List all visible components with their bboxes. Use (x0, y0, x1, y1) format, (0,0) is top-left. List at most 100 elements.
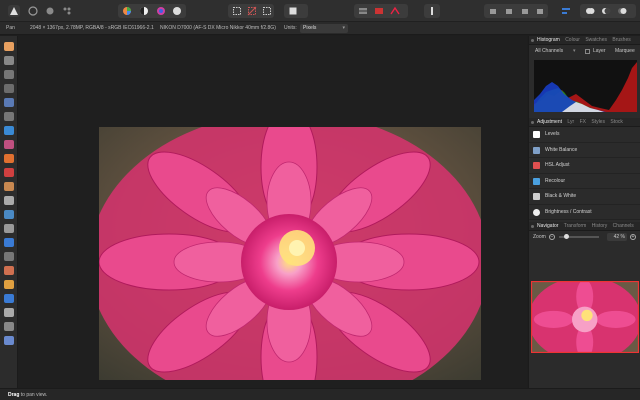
navigator-tabs: Navigator Transform History Channels (529, 222, 640, 231)
adjustment-black-white[interactable]: Black & White (529, 189, 640, 205)
brightness-icon (533, 208, 540, 216)
tab-effects[interactable]: FX (580, 119, 586, 125)
tab-styles[interactable]: Styles (591, 119, 605, 125)
pen-tool-icon[interactable] (4, 266, 14, 275)
move-tool-icon[interactable] (4, 56, 14, 65)
panel-grip-icon (531, 39, 534, 42)
dodge-tool-icon[interactable] (4, 196, 14, 205)
selection-brush-icon[interactable] (4, 84, 14, 93)
levels-icon (533, 131, 540, 138)
recolour-icon (533, 177, 540, 185)
status-text: to pan view. (20, 392, 48, 398)
zoom-value-field[interactable]: 42 % (607, 233, 627, 241)
erase-brush-icon[interactable] (4, 182, 14, 191)
intersect-icon[interactable] (616, 5, 628, 17)
context-toolbar: Pan 2048 × 1367px, 2.78MP, RGBA/8 - sRGB… (0, 22, 640, 35)
document-info: 2048 × 1367px, 2.78MP, RGBA/8 - sRGB IEC… (30, 25, 154, 31)
flood-select-icon[interactable] (4, 98, 14, 107)
move-front-icon[interactable] (534, 5, 546, 17)
histogram-graph (534, 60, 637, 112)
blur-tool-icon[interactable] (4, 252, 14, 261)
panel-grip-icon (531, 225, 534, 228)
navigator-preview[interactable] (531, 281, 639, 353)
mirror-icon[interactable] (373, 5, 385, 17)
auto-contrast-icon[interactable] (138, 5, 150, 17)
colour-replace-icon[interactable] (4, 168, 14, 177)
histogram-panel: Histogram Colour Swatches Brushes All Ch… (528, 36, 640, 118)
layer-label: Layer (593, 48, 606, 54)
auto-levels-icon[interactable] (121, 5, 133, 17)
adjustment-white-balance[interactable]: White Balance (529, 143, 640, 158)
crop-tool-icon[interactable] (4, 70, 14, 79)
subtract-icon[interactable] (600, 5, 612, 17)
colour-picker-icon[interactable] (4, 322, 14, 331)
canvas-area[interactable] (18, 36, 527, 388)
chevron-down-icon: ▾ (342, 25, 345, 31)
zoom-slider-thumb[interactable] (564, 234, 569, 239)
status-bar: Drag to pan view. (0, 388, 640, 400)
dahlia-photo[interactable] (99, 127, 481, 380)
tab-adjustment[interactable]: Adjustment (537, 119, 562, 125)
clone-tool-icon[interactable] (4, 210, 14, 219)
auto-white-balance-icon[interactable] (171, 5, 183, 17)
tab-histogram[interactable]: Histogram (537, 37, 560, 43)
adjustment-hsl[interactable]: HSL Adjust (529, 158, 640, 174)
marquee-tool-icon[interactable] (4, 112, 14, 121)
grid-icon[interactable] (357, 5, 369, 17)
tab-brushes[interactable]: Brushes (612, 37, 630, 43)
histogram-tabs: Histogram Colour Swatches Brushes (529, 36, 640, 45)
tab-history[interactable]: History (592, 223, 608, 229)
smudge-tool-icon[interactable] (4, 238, 14, 247)
invert-selection-icon[interactable] (261, 5, 273, 17)
move-back-icon[interactable] (487, 5, 499, 17)
align-icon[interactable] (560, 5, 572, 17)
develop-persona-icon[interactable] (27, 5, 39, 17)
export-persona-icon[interactable] (61, 5, 73, 17)
gradient-tool-icon[interactable] (4, 140, 14, 149)
black-white-icon (533, 193, 540, 200)
histogram-options: All Channels ▾ Layer Marquee (529, 45, 640, 57)
auto-colours-icon[interactable] (155, 5, 167, 17)
zoom-out-icon[interactable]: − (549, 234, 555, 240)
units-select[interactable]: Pixels ▾ (300, 24, 348, 33)
tab-transform[interactable]: Transform (564, 223, 587, 229)
zoom-tool-icon[interactable] (4, 336, 14, 345)
zoom-in-icon[interactable]: + (630, 234, 636, 240)
assistant-icon[interactable] (426, 5, 438, 17)
adjustment-brightness-contrast[interactable]: Brightness / Contrast (529, 205, 640, 220)
zoom-label: Zoom (533, 234, 546, 240)
healing-brush-icon[interactable] (4, 224, 14, 233)
move-forward-icon[interactable] (519, 5, 531, 17)
liquify-persona-icon[interactable] (44, 5, 56, 17)
flood-fill-icon[interactable] (4, 126, 14, 135)
tab-colour[interactable]: Colour (565, 37, 580, 43)
split-view-icon[interactable] (389, 5, 401, 17)
tab-channels[interactable]: Channels (613, 223, 634, 229)
layer-checkbox[interactable] (585, 49, 590, 54)
tab-navigator[interactable]: Navigator (537, 223, 558, 229)
quick-mask-icon[interactable] (287, 5, 299, 17)
add-icon[interactable] (584, 5, 596, 17)
status-action: Drag (8, 392, 20, 398)
adjustment-levels[interactable]: Levels (529, 127, 640, 143)
text-tool-icon[interactable] (4, 308, 14, 317)
tab-layers[interactable]: Lyr (567, 119, 574, 125)
paint-brush-icon[interactable] (4, 154, 14, 163)
camera-info: NIKON D7000 (AF-S DX Micro Nikkor 40mm f… (160, 25, 276, 31)
tools-panel (0, 36, 18, 388)
adjustment-recolour[interactable]: Recolour (529, 174, 640, 189)
marquee-icon[interactable] (231, 5, 243, 17)
deselect-icon[interactable] (246, 5, 258, 17)
tab-swatches[interactable]: Swatches (585, 37, 607, 43)
view-tool-icon[interactable] (4, 42, 14, 51)
node-tool-icon[interactable] (4, 280, 14, 289)
tab-stock[interactable]: Stock (610, 119, 623, 125)
panel-grip-icon (531, 121, 534, 124)
rectangle-tool-icon[interactable] (4, 294, 14, 303)
app-logo-icon[interactable] (8, 5, 20, 17)
move-backward-icon[interactable] (503, 5, 515, 17)
zoom-row: Zoom − 42 % + (529, 231, 640, 243)
adjustment-tabs: Adjustment Lyr FX Styles Stock (529, 118, 640, 127)
hsl-icon (533, 162, 540, 169)
channels-select[interactable]: All Channels (535, 45, 563, 57)
